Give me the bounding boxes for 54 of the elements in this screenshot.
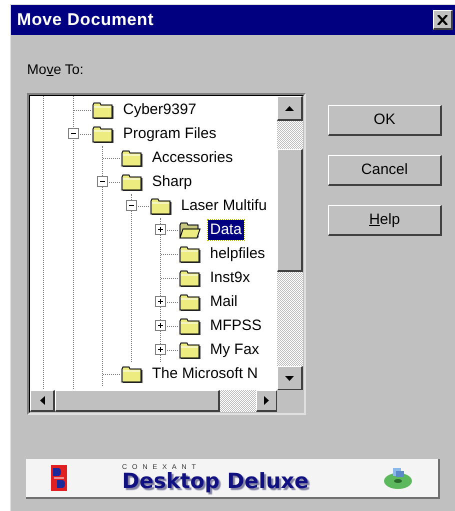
down-arrow-icon bbox=[285, 376, 294, 380]
up-arrow-icon bbox=[285, 106, 294, 110]
tree-toggle-icon[interactable] bbox=[126, 200, 137, 211]
folder-icon bbox=[179, 294, 201, 310]
folder-icon bbox=[121, 150, 143, 166]
tree-toggle-icon[interactable] bbox=[155, 344, 166, 355]
close-button[interactable] bbox=[433, 10, 453, 30]
folder-icon bbox=[121, 366, 143, 382]
scroll-left-button[interactable] bbox=[30, 390, 55, 412]
tree-toggle-icon[interactable] bbox=[97, 176, 108, 187]
folder-item[interactable]: MFPSS bbox=[208, 316, 264, 336]
product-name: Desktop Deluxe bbox=[122, 471, 309, 492]
folder-item[interactable]: Sharp bbox=[150, 172, 194, 192]
scroll-thumb[interactable] bbox=[55, 390, 220, 412]
move-to-label: Move To: bbox=[27, 60, 84, 79]
folder-icon bbox=[179, 270, 201, 286]
tree-toggle-icon[interactable] bbox=[68, 128, 79, 139]
scroll-down-button[interactable] bbox=[277, 366, 303, 391]
folder-item[interactable]: Data bbox=[208, 220, 244, 240]
open-folder-icon bbox=[179, 222, 201, 238]
dialog-button[interactable]: OK bbox=[328, 105, 442, 136]
folder-item[interactable]: helpfiles bbox=[208, 244, 268, 264]
folder-item[interactable]: Program Files bbox=[121, 124, 218, 144]
folder-item[interactable]: Cyber9397 bbox=[121, 100, 198, 120]
left-arrow-icon bbox=[40, 396, 44, 405]
dialog-button[interactable]: Cancel bbox=[328, 155, 442, 186]
tree-toggle-icon[interactable] bbox=[155, 224, 166, 235]
scroll-up-button[interactable] bbox=[277, 96, 303, 121]
folder-item[interactable]: The Microsoft N bbox=[150, 364, 260, 384]
folder-icon bbox=[121, 174, 143, 190]
folder-item[interactable]: Mail bbox=[208, 292, 240, 312]
folder-icon bbox=[92, 102, 114, 118]
folder-item[interactable]: Laser Multifu bbox=[179, 196, 269, 216]
tree-toggle-icon[interactable] bbox=[155, 296, 166, 307]
scroll-thumb[interactable] bbox=[277, 149, 303, 272]
folder-icon bbox=[179, 342, 201, 358]
folder-item[interactable]: Accessories bbox=[150, 148, 235, 168]
folder-icon bbox=[179, 246, 201, 262]
folder-icon bbox=[179, 318, 201, 334]
close-icon bbox=[437, 14, 448, 24]
folder-item[interactable]: My Fax bbox=[208, 340, 262, 360]
disc-icon bbox=[383, 466, 413, 490]
folder-item[interactable]: Inst9x bbox=[208, 268, 252, 288]
dialog-button[interactable]: Help bbox=[328, 205, 442, 236]
window-title: Move Document bbox=[17, 9, 154, 32]
right-arrow-icon bbox=[264, 396, 269, 405]
scrollbar-corner bbox=[277, 390, 303, 412]
horizontal-scrollbar[interactable] bbox=[30, 390, 278, 412]
folder-icon bbox=[150, 198, 172, 214]
folder-icon bbox=[92, 126, 114, 142]
document-logo-icon bbox=[51, 465, 67, 491]
tree-toggle-icon[interactable] bbox=[155, 320, 166, 331]
scroll-right-button[interactable] bbox=[256, 390, 278, 412]
vertical-scrollbar[interactable] bbox=[277, 96, 303, 391]
